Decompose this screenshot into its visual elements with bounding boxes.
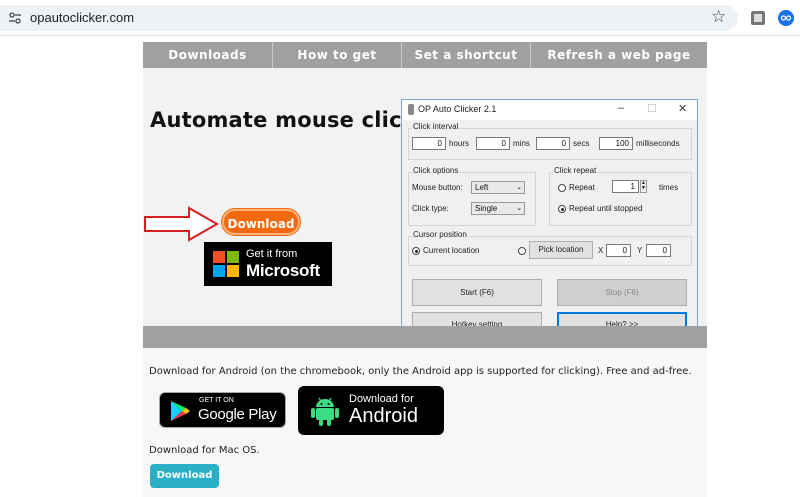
pick-location-radio: [518, 247, 526, 255]
nav-downloads[interactable]: Downloads: [143, 42, 273, 68]
microsoft-store-badge[interactable]: Get it from Microsoft: [204, 242, 332, 286]
click-type-label: Click type:: [412, 204, 449, 213]
google-play-badge[interactable]: GET IT ON Google Play: [159, 392, 286, 428]
y-input: 0: [646, 244, 671, 257]
android-badge-line2: Android: [349, 405, 418, 427]
microsoft-logo-icon: [213, 251, 239, 277]
profile-extension-icon[interactable]: [778, 10, 794, 26]
chevron-down-icon: ⌄: [516, 184, 522, 191]
app-title: OP Auto Clicker 2.1: [418, 104, 497, 114]
x-input: 0: [606, 244, 631, 257]
bookmark-star-icon[interactable]: ☆: [711, 7, 726, 27]
mouse-button-value: Left: [475, 183, 489, 192]
google-play-line1: GET IT ON: [199, 397, 234, 404]
android-robot-icon: [311, 397, 339, 426]
repeat-radio: [558, 184, 566, 192]
app-titlebar: OP Auto Clicker 2.1 – ☐ ✕: [402, 100, 697, 120]
mins-input: 0: [476, 137, 510, 150]
extension-icon[interactable]: [750, 10, 766, 26]
click-options-label: Click options: [412, 166, 460, 175]
mac-download-button[interactable]: Download: [150, 464, 219, 488]
spinner-arrows-icon: ▲ ▼: [640, 180, 647, 193]
repeat-until-stopped-radio: [558, 205, 566, 213]
mouse-button-label: Mouse button:: [412, 183, 463, 192]
mouse-button-select: Left ⌄: [471, 181, 525, 194]
maximize-icon: ☐: [647, 103, 657, 115]
current-location-radio: [412, 247, 420, 255]
browser-toolbar: opautoclicker.com ☆: [0, 0, 800, 36]
pick-location-button: Pick location: [529, 241, 593, 259]
stop-button: Stop (F6): [557, 279, 687, 306]
chevron-down-icon: ⌄: [516, 205, 522, 212]
downloads-section: Download for Android (on the chromebook,…: [143, 348, 707, 497]
hours-input: 0: [412, 137, 446, 150]
hero-section: Automate mouse clicks Download Get it fr…: [143, 68, 707, 345]
site-info-icon[interactable]: [8, 11, 22, 25]
click-type-value: Single: [475, 204, 498, 213]
android-badge-line1: Download for: [349, 393, 414, 405]
start-button: Start (F6): [412, 279, 542, 306]
times-label: times: [659, 183, 679, 192]
app-icon: [408, 104, 414, 115]
close-icon: ✕: [678, 103, 688, 115]
arrow-right-icon: [144, 206, 220, 242]
ms-badge-line1: Get it from: [246, 248, 298, 260]
address-bar[interactable]: opautoclicker.com ☆: [0, 5, 738, 31]
repeat-label: Repeat: [569, 183, 595, 192]
google-play-icon: [171, 401, 190, 421]
mins-label: mins: [513, 139, 530, 148]
google-play-line2: Google Play: [198, 406, 277, 423]
ms-badge-line2: Microsoft: [246, 261, 320, 280]
secs-input: 0: [536, 137, 570, 150]
mac-download-text: Download for Mac OS.: [149, 445, 260, 456]
page-content: Downloads How to get started Set a short…: [143, 42, 707, 497]
repeat-until-stopped-label: Repeat until stopped: [569, 204, 643, 213]
secs-label: secs: [573, 139, 590, 148]
download-button[interactable]: Download: [222, 209, 300, 235]
y-label: Y: [637, 246, 643, 255]
cursor-position-label: Cursor position: [412, 230, 468, 239]
nav-set-a-shortcut[interactable]: Set a shortcut: [402, 42, 531, 68]
nav-refresh-a-web-page[interactable]: Refresh a web page: [531, 42, 707, 68]
app-window-screenshot: OP Auto Clicker 2.1 – ☐ ✕ Click interval…: [401, 99, 698, 345]
hours-label: hours: [449, 139, 470, 148]
minimize-icon: –: [618, 102, 625, 114]
section-divider: [143, 326, 707, 348]
android-download-text: Download for Android (on the chromebook,…: [149, 366, 692, 377]
milliseconds-label: milliseconds: [636, 139, 680, 148]
android-download-badge[interactable]: Download for Android: [298, 386, 444, 435]
hero-title: Automate mouse clicks: [150, 108, 429, 132]
milliseconds-input: 100: [599, 137, 633, 150]
x-label: X: [598, 246, 604, 255]
repeat-count-input: 1: [612, 180, 639, 193]
top-nav: Downloads How to get started Set a short…: [143, 42, 707, 88]
click-repeat-label: Click repeat: [553, 166, 598, 175]
url-text[interactable]: opautoclicker.com: [30, 10, 134, 25]
click-type-select: Single ⌄: [471, 202, 525, 215]
click-interval-label: Click interval: [412, 122, 460, 131]
current-location-label: Current location: [423, 246, 480, 255]
nav-how-to-get-started[interactable]: How to get started: [273, 42, 402, 88]
